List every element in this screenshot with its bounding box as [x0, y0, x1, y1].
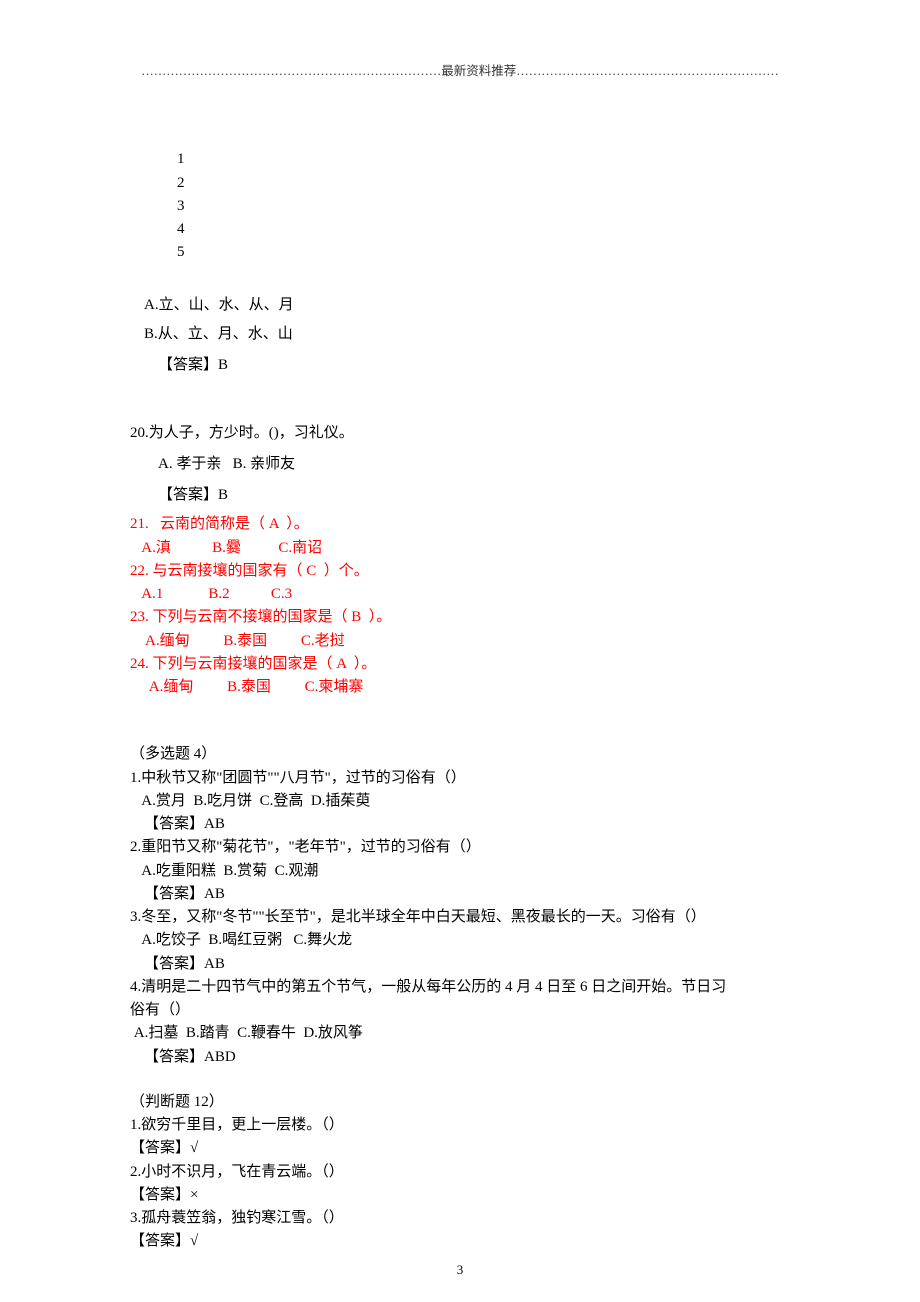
spacer [130, 699, 790, 743]
multi-q1-stem: 1.中秋节又称"团圆节""八月节"，过节的习俗有（） [130, 767, 790, 790]
q24-options: A.缅甸 B.泰国 C.柬埔寨 [130, 676, 790, 699]
q20-options: A. 孝于亲 B. 亲师友 [130, 453, 790, 476]
num-4: 4 [177, 218, 267, 241]
multi-q2-options: A.吃重阳糕 B.赏菊 C.观潮 [130, 860, 790, 883]
multi-title: （多选题 4） [130, 743, 790, 766]
multi-q3-stem: 3.冬至，又称"冬节""长至节"，是北半球全年中白天最短、黑夜最长的一天。习俗有… [130, 906, 790, 929]
document-page: ………………………………………………………………最新资料推荐…………………………… [0, 0, 920, 1302]
q22-options: A.1 B.2 C.3 [130, 583, 790, 606]
tf-a1: 【答案】√ [130, 1137, 790, 1160]
tf-a3: 【答案】√ [130, 1230, 790, 1253]
multi-q4-stem-b: 俗有（） [130, 999, 790, 1022]
tf-q2: 2.小时不识月，飞在青云端。（） [130, 1161, 790, 1184]
q20-answer: 【答案】B [130, 484, 790, 507]
tf-q1: 1.欲穷千里目，更上一层楼。（） [130, 1114, 790, 1137]
q23-stem: 23. 下列与云南不接壤的国家是（ B ）。 [130, 606, 790, 629]
num-3: 3 [177, 195, 267, 218]
multi-q2-answer: 【答案】AB [130, 883, 790, 906]
multi-q1-answer: 【答案】AB [130, 813, 790, 836]
multi-q1-options: A.赏月 B.吃月饼 C.登高 D.插茱萸 [130, 790, 790, 813]
option-a: A.立、山、水、从、月 [130, 294, 790, 317]
q22-stem: 22. 与云南接壤的国家有（ C ）个。 [130, 560, 790, 583]
num-1: 1 [177, 148, 263, 171]
spacer [130, 378, 790, 422]
q21-options: A.滇 B.爨 C.南诏 [130, 537, 790, 560]
q23-options: A.缅甸 B.泰国 C.老挝 [130, 630, 790, 653]
option-b: B.从、立、月、水、山 [130, 323, 790, 346]
q21-stem: 21. 云南的简称是（ A ）。 [130, 513, 790, 536]
num-2: 2 [177, 172, 267, 195]
multi-q4-stem-a: 4.清明是二十四节气中的第五个节气，一般从每年公历的 4 月 4 日至 6 日之… [130, 976, 790, 999]
number-choices-row: 1 2 3 4 5 [130, 125, 790, 288]
answer-b: 【答案】B [130, 354, 790, 377]
tf-q3: 3.孤舟蓑笠翁，独钓寒江雪。（） [130, 1207, 790, 1230]
multi-q3-answer: 【答案】AB [130, 953, 790, 976]
num-5: 5 [177, 241, 185, 264]
multi-q4-options: A.扫墓 B.踏青 C.鞭春牛 D.放风筝 [130, 1022, 790, 1045]
q24-stem: 24. 下列与云南接壤的国家是（ A ）。 [130, 653, 790, 676]
spacer [130, 1069, 790, 1091]
page-header: ………………………………………………………………最新资料推荐…………………………… [130, 60, 790, 79]
multi-q4-answer: 【答案】ABD [130, 1046, 790, 1069]
q20-stem: 20.为人子，方少时。()，习礼仪。 [130, 422, 790, 445]
tf-a2: 【答案】× [130, 1184, 790, 1207]
tf-title: （判断题 12） [130, 1091, 790, 1114]
multi-q3-options: A.吃饺子 B.喝红豆粥 C.舞火龙 [130, 929, 790, 952]
page-number: 3 [0, 1262, 920, 1278]
multi-q2-stem: 2.重阳节又称"菊花节"，"老年节"，过节的习俗有（） [130, 836, 790, 859]
